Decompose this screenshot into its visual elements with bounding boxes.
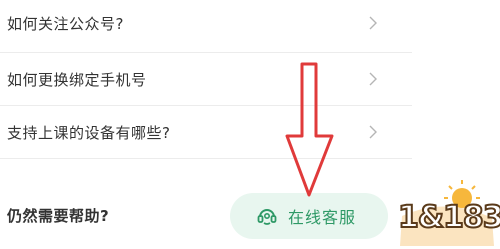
watermark-text: 1&183 <box>397 199 500 236</box>
red-arrow-down-icon <box>285 62 334 197</box>
faq-item-change-phone[interactable]: 如何更换绑定手机号 <box>0 53 412 106</box>
faq-item-label: 如何更换绑定手机号 <box>7 70 147 89</box>
faq-item-label: 支持上课的设备有哪些? <box>7 123 171 142</box>
faq-item-follow-account[interactable]: 如何关注公众号? <box>0 0 412 53</box>
watermark-logo: 1&183 <box>392 176 500 249</box>
faq-item-supported-devices[interactable]: 支持上课的设备有哪些? <box>0 106 412 159</box>
help-title: 仍然需要帮助? <box>7 207 110 225</box>
chevron-right-icon <box>368 125 378 139</box>
faq-item-label: 如何关注公众号? <box>7 14 124 33</box>
online-support-button[interactable]: 在线客服 <box>230 193 388 239</box>
chevron-right-icon <box>368 72 378 86</box>
online-support-label: 在线客服 <box>288 208 357 227</box>
faq-list: 如何关注公众号? 如何更换绑定手机号 支持上课的设备有哪些? <box>0 0 412 159</box>
chevron-right-icon <box>368 16 378 30</box>
headset-icon <box>256 205 278 227</box>
